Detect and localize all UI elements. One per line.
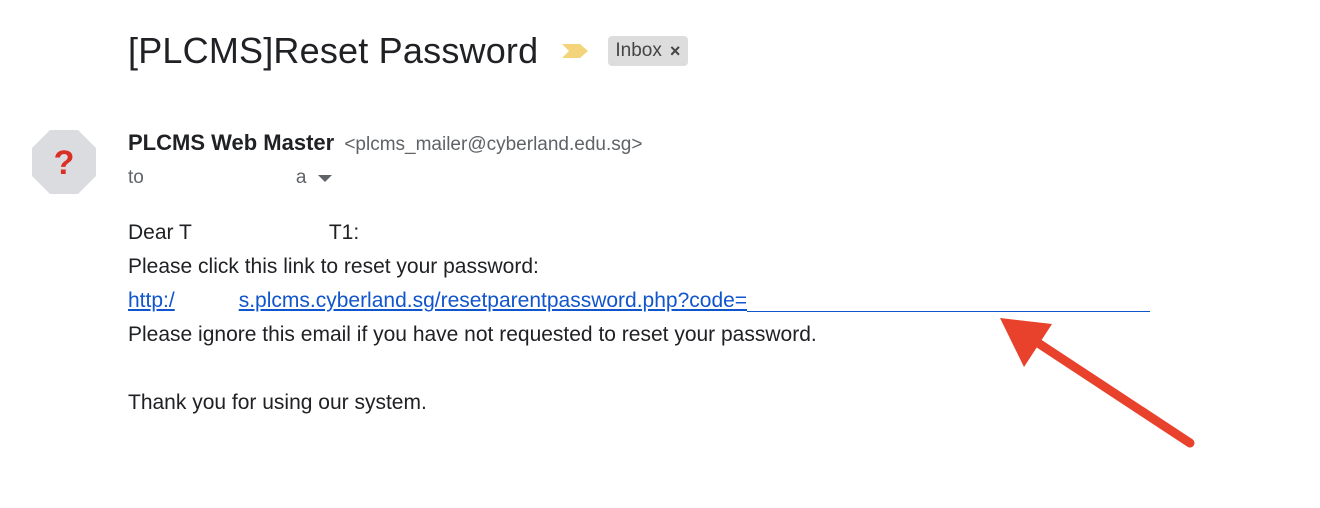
- greeting-line: Dear T T1:: [128, 216, 1150, 250]
- sender-row: PLCMS Web Master <plcms_mailer@cyberland…: [128, 130, 642, 156]
- label-chip-inbox[interactable]: Inbox ×: [608, 36, 689, 66]
- reset-link-start[interactable]: http:/: [128, 289, 175, 312]
- sender-name[interactable]: PLCMS Web Master: [128, 130, 334, 155]
- email-subject: [PLCMS]Reset Password: [128, 30, 539, 71]
- unknown-sender-avatar-icon: ?: [32, 130, 96, 194]
- avatar-glyph: ?: [54, 144, 75, 182]
- to-recipient: a: [295, 167, 307, 188]
- annotation-arrow-icon: [1000, 318, 1195, 448]
- redacted-recipient: [143, 168, 286, 188]
- reset-link-url[interactable]: s.plcms.cyberland.sg/resetparentpassword…: [239, 289, 747, 312]
- to-prefix: to: [128, 167, 144, 188]
- subject-row: [PLCMS]Reset Password Inbox ×: [128, 28, 689, 74]
- important-marker-icon[interactable]: [560, 41, 590, 61]
- sender-email: <plcms_mailer@cyberland.edu.sg>: [344, 134, 643, 155]
- redacted-link-part: [174, 287, 239, 307]
- greeting-start: Dear T: [128, 221, 192, 244]
- chevron-down-icon[interactable]: [318, 174, 333, 182]
- instruction-line: Please click this link to reset your pas…: [128, 255, 539, 278]
- greeting-end: T1:: [328, 221, 360, 244]
- recipient-row: to a: [128, 167, 333, 189]
- label-chip-text: Inbox: [615, 40, 662, 61]
- remove-label-button[interactable]: ×: [670, 41, 681, 62]
- redacted-name: [191, 219, 329, 239]
